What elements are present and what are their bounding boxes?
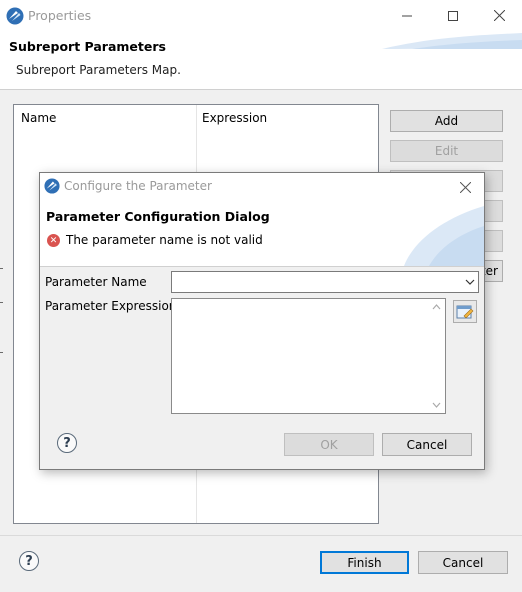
close-button[interactable] <box>476 0 522 31</box>
edge-mark <box>0 268 3 269</box>
help-circle-icon: ? <box>25 553 33 569</box>
parameter-name-combo[interactable] <box>171 271 479 293</box>
edge-mark <box>0 302 3 303</box>
dialog-header-divider <box>40 266 484 267</box>
error-circle-icon: ✕ <box>47 234 60 247</box>
close-icon <box>493 10 505 21</box>
ok-button[interactable]: OK <box>284 433 374 456</box>
expression-editor-button[interactable] <box>453 300 477 323</box>
close-icon <box>459 181 471 193</box>
dialog-title: Configure the Parameter <box>64 179 212 193</box>
column-header-name[interactable]: Name <box>21 111 56 125</box>
help-button[interactable]: ? <box>19 551 39 571</box>
error-message: The parameter name is not valid <box>66 233 263 247</box>
minimize-icon <box>402 15 412 16</box>
maximize-icon <box>448 10 458 21</box>
parameter-expression-label: Parameter Expression <box>45 299 177 313</box>
edit-button[interactable]: Edit <box>390 140 503 162</box>
maximize-button[interactable] <box>430 0 476 31</box>
window-title: Properties <box>28 8 92 23</box>
add-button[interactable]: Add <box>390 110 503 132</box>
parameter-expression-textarea[interactable] <box>171 298 446 414</box>
edge-mark <box>0 352 3 353</box>
header-divider <box>0 89 522 90</box>
jaspersoft-logo-icon <box>44 178 60 194</box>
dialog-heading: Parameter Configuration Dialog <box>46 209 270 224</box>
banner-swoosh-graphic <box>404 206 484 266</box>
scroll-down-arrow-icon[interactable] <box>432 402 441 409</box>
scroll-up-arrow-icon[interactable] <box>432 303 441 310</box>
page-heading: Subreport Parameters <box>9 39 166 54</box>
dialog-cancel-button[interactable]: Cancel <box>382 433 472 456</box>
chevron-down-icon[interactable] <box>465 276 475 288</box>
help-circle-icon: ? <box>63 435 71 451</box>
expression-editor-icon <box>456 305 474 318</box>
title-bar: Properties <box>0 0 522 31</box>
column-header-expression[interactable]: Expression <box>202 111 267 125</box>
footer-divider <box>0 535 522 536</box>
parameter-name-label: Parameter Name <box>45 275 147 289</box>
finish-button[interactable]: Finish <box>320 551 409 574</box>
dialog-help-button[interactable]: ? <box>57 433 77 453</box>
cancel-button[interactable]: Cancel <box>418 551 508 574</box>
banner-swoosh-graphic <box>382 33 522 49</box>
configure-parameter-dialog: Configure the Parameter Parameter Config… <box>39 172 485 470</box>
dialog-close-button[interactable] <box>458 180 472 194</box>
minimize-button[interactable] <box>384 0 430 31</box>
jaspersoft-logo-icon <box>6 7 24 25</box>
dialog-title-bar: Configure the Parameter <box>40 173 484 200</box>
page-description: Subreport Parameters Map. <box>16 63 181 77</box>
